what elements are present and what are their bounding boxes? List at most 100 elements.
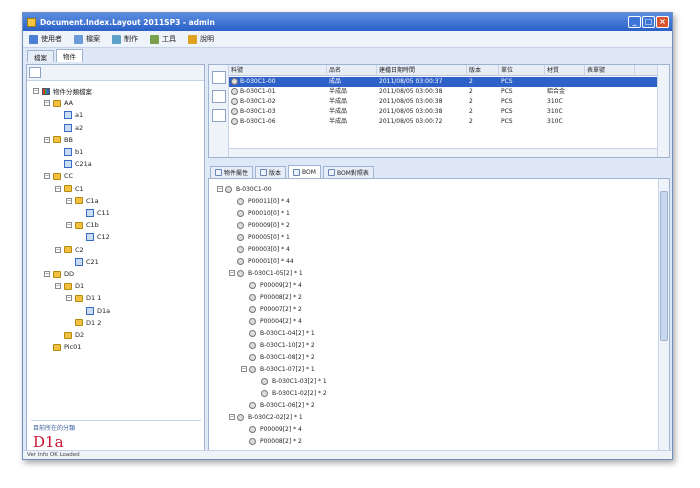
expand-toggle-icon[interactable]: − xyxy=(33,88,39,94)
part-icon xyxy=(261,389,268,397)
bom-node[interactable]: B-030C1-02[2] * 2 xyxy=(253,387,327,399)
expand-toggle-icon[interactable]: − xyxy=(55,246,61,253)
bom-node[interactable]: P00009[2] * 4 xyxy=(241,279,302,291)
tree-node-label: D1 xyxy=(75,282,85,291)
column-header[interactable]: 料號 xyxy=(229,65,327,76)
expand-toggle-icon[interactable]: − xyxy=(44,100,50,107)
expand-toggle-icon[interactable]: − xyxy=(241,366,247,372)
part-icon xyxy=(249,341,256,349)
tree-node[interactable]: C11 xyxy=(77,207,110,219)
tree-node[interactable]: − D1 1 xyxy=(66,292,101,304)
tree-node[interactable]: − C1b xyxy=(66,219,99,231)
expand-toggle-icon[interactable]: − xyxy=(66,222,72,229)
bom-node[interactable]: B-030C1-08[2] * 2 xyxy=(241,351,315,363)
bom-node[interactable]: P00009[0] * 2 xyxy=(229,219,290,231)
detail-tab-1[interactable]: 版本 xyxy=(255,166,287,178)
bom-node[interactable]: − B-030C1-00 xyxy=(217,183,272,195)
expand-toggle-icon[interactable]: − xyxy=(66,197,72,204)
grid-add-button[interactable] xyxy=(212,90,226,103)
tree-node[interactable]: a1 xyxy=(55,109,83,121)
tree-node[interactable]: a2 xyxy=(55,122,83,134)
detail-tab-3[interactable]: BOM對照表 xyxy=(322,166,374,178)
bom-node[interactable]: P00005[0] * 1 xyxy=(229,231,290,243)
column-header[interactable]: 材質 xyxy=(545,65,585,76)
bom-node-label: B-030C1-02[2] * 2 xyxy=(272,389,327,397)
bom-node[interactable]: P00008[2] * 2 xyxy=(241,435,302,447)
grid-vertical-scrollbar[interactable] xyxy=(657,65,669,157)
tree-node[interactable]: D1 2 xyxy=(66,317,101,329)
menu-item-4[interactable]: 說明 xyxy=(188,34,214,44)
expand-toggle-icon[interactable]: − xyxy=(44,271,50,277)
bom-node[interactable]: P00007[2] * 2 xyxy=(241,303,302,315)
bom-node[interactable]: − B-030C1-07[2] * 1 xyxy=(241,363,315,375)
tree-node[interactable]: C21a xyxy=(55,158,92,170)
expand-toggle-icon[interactable]: − xyxy=(55,185,61,192)
table-row[interactable]: B-030C1-06 半成品 2011/08/05 03:00:72 2 PCS 310C xyxy=(229,117,657,127)
tree-node[interactable]: − 物件分類檔案 xyxy=(33,85,92,97)
menu-item-1[interactable]: 檔案 xyxy=(74,34,100,44)
bom-node[interactable]: − B-030C1-05[2] * 1 xyxy=(229,267,303,279)
tree-node[interactable]: D2 xyxy=(55,329,84,341)
column-header[interactable]: 單位 xyxy=(499,65,545,76)
bom-scroll-thumb[interactable] xyxy=(660,191,668,341)
tree-node[interactable]: − C1 xyxy=(55,183,84,195)
maximize-button[interactable]: □ xyxy=(642,16,655,28)
expand-toggle-icon[interactable]: − xyxy=(229,414,235,420)
detail-tab-2[interactable]: BOM xyxy=(288,165,321,178)
bom-node[interactable]: P00009[2] * 4 xyxy=(241,423,302,435)
bom-node[interactable]: − B-030C2-02[2] * 1 xyxy=(229,411,303,423)
tree-node[interactable]: − AA xyxy=(44,97,73,109)
expand-toggle-icon[interactable]: − xyxy=(55,283,61,290)
bom-node-label: B-030C1-08[2] * 2 xyxy=(260,353,315,361)
bom-node[interactable]: B-030C1-10[2] * 2 xyxy=(241,339,315,351)
tree-node[interactable]: b1 xyxy=(55,146,83,158)
bom-node[interactable]: B-030C1-06[2] * 2 xyxy=(241,399,315,411)
bom-node[interactable]: B-030C1-03[2] * 1 xyxy=(253,375,327,387)
table-row[interactable]: B-030C1-00 成品 2011/08/05 03:00:37 2 PCS xyxy=(229,77,657,87)
bom-node[interactable]: P00004[2] * 4 xyxy=(241,315,302,327)
detail-tab-0[interactable]: 物件屬性 xyxy=(210,166,254,178)
table-row[interactable]: B-030C1-03 半成品 2011/08/05 03:00:38 2 PCS 310C xyxy=(229,107,657,117)
tree-node[interactable]: − C1a xyxy=(66,195,99,207)
column-header[interactable]: 建檔日期時間 xyxy=(377,65,467,76)
bom-node[interactable]: P00008[2] * 2 xyxy=(241,291,302,303)
tree-node[interactable]: C12 xyxy=(77,231,110,243)
expand-toggle-icon[interactable]: − xyxy=(229,270,235,276)
bom-node[interactable]: P00010[0] * 1 xyxy=(229,207,290,219)
bom-node[interactable]: P00003[0] * 4 xyxy=(229,243,290,255)
tab-1[interactable]: 物件 xyxy=(56,49,83,62)
bom-node[interactable]: B-030C1-04[2] * 1 xyxy=(241,327,315,339)
grid-remove-button[interactable] xyxy=(212,109,226,122)
column-header[interactable]: 表單號 xyxy=(585,65,635,76)
bom-node[interactable]: P00001[0] * 44 xyxy=(229,255,294,267)
tree-node[interactable]: − CC xyxy=(44,170,73,182)
tree-node[interactable]: C21 xyxy=(66,256,99,268)
tree-node[interactable]: − BB xyxy=(44,134,73,146)
grid-horizontal-scrollbar[interactable] xyxy=(229,148,657,157)
tree-refresh-button[interactable] xyxy=(29,67,41,78)
bom-scrollbar[interactable] xyxy=(658,179,669,451)
expand-toggle-icon[interactable]: − xyxy=(44,173,50,180)
bom-node[interactable]: P00011[0] * 4 xyxy=(229,195,290,207)
tree-node[interactable]: − D1 xyxy=(55,280,84,292)
expand-toggle-icon[interactable]: − xyxy=(217,186,223,192)
table-row[interactable]: B-030C1-01 半成品 2011/08/05 03:00:38 2 PCS 鋁合金 xyxy=(229,87,657,97)
table-row[interactable]: B-030C1-02 半成品 2011/08/05 03:00:38 2 PCS 310C xyxy=(229,97,657,107)
tab-0[interactable]: 檔案 xyxy=(27,50,54,62)
grid-back-button[interactable] xyxy=(212,71,226,84)
minimize-button[interactable]: _ xyxy=(628,16,641,28)
tree-node[interactable]: Pic01 xyxy=(44,341,81,353)
menu-item-3[interactable]: 工具 xyxy=(150,34,176,44)
menu-item-0[interactable]: 使用者 xyxy=(29,34,62,44)
column-header[interactable]: 品名 xyxy=(327,65,377,76)
menu-item-2[interactable]: 制作 xyxy=(112,34,138,44)
tree-node[interactable]: − DD xyxy=(44,268,74,280)
tree-node[interactable]: − C2 xyxy=(55,244,84,256)
document-icon xyxy=(86,233,94,242)
tree-node[interactable]: D1a xyxy=(77,305,110,317)
expand-toggle-icon[interactable]: − xyxy=(44,136,50,143)
column-header[interactable]: 版本 xyxy=(467,65,499,76)
close-button[interactable]: × xyxy=(656,16,669,28)
expand-toggle-icon[interactable]: − xyxy=(66,295,72,302)
folder-icon xyxy=(75,197,83,205)
